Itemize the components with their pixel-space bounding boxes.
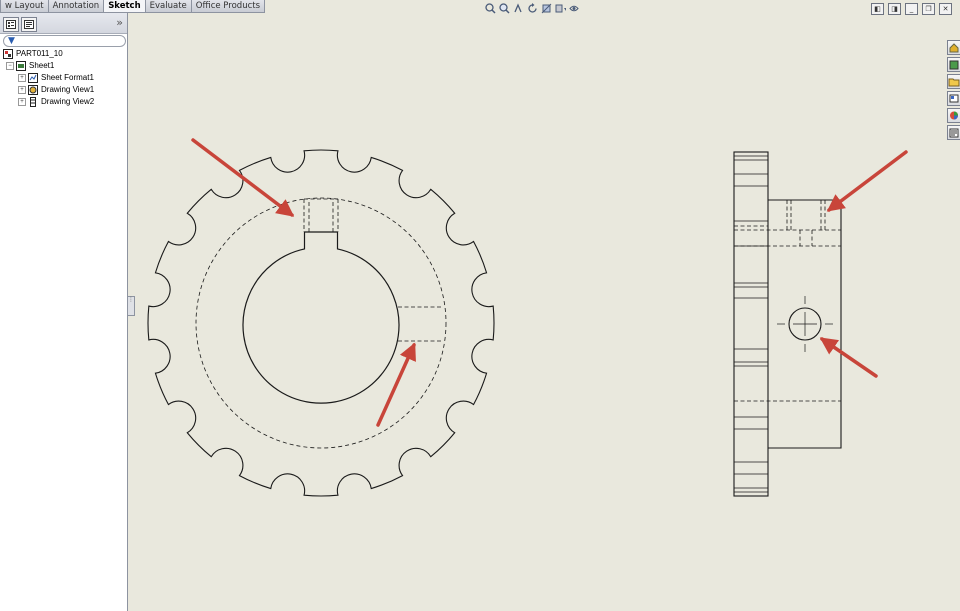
display-style-icon[interactable] <box>555 3 566 14</box>
tree-item-sheet[interactable]: − Sheet1 <box>6 60 54 71</box>
hidden-keyway-slot <box>303 198 339 232</box>
tab-evaluate[interactable]: Evaluate <box>144 0 192 13</box>
command-manager-tabs: w Layout Annotation Sketch Evaluate Offi… <box>0 0 266 13</box>
tab-office-products[interactable]: Office Products <box>190 0 266 13</box>
tree-item-drawing-view1-label: Drawing View1 <box>41 85 95 94</box>
tree-item-sheet-label: Sheet1 <box>29 61 55 70</box>
section-view-icon[interactable] <box>541 3 552 14</box>
feature-manager-panel: » ▼ PART011_10 − Sheet1 + Sheet Format1 … <box>0 13 128 611</box>
center-mark <box>777 296 833 352</box>
filter-input[interactable] <box>18 36 122 46</box>
appearances-icon[interactable] <box>947 108 960 123</box>
tooth-edge-lines <box>734 155 768 493</box>
bore-with-keyway <box>242 231 400 404</box>
hide-show-icon[interactable] <box>569 3 580 14</box>
tree-item-drawing-view2[interactable]: + Drawing View2 <box>18 96 94 107</box>
tree-item-sheet-format-label: Sheet Format1 <box>41 73 94 82</box>
feature-manager-tab-button[interactable] <box>3 17 19 32</box>
collapse-icon[interactable]: − <box>6 61 14 70</box>
home-icon[interactable] <box>947 40 960 55</box>
hidden-setscrew-hole <box>398 306 443 342</box>
custom-properties-icon[interactable] <box>947 125 960 140</box>
tree-item-part[interactable]: PART011_10 <box>3 48 63 59</box>
feature-filter[interactable]: ▼ <box>3 35 126 47</box>
drawing-document-icon <box>3 48 13 59</box>
annotation-arrows <box>191 138 908 427</box>
drawing-view-icon <box>28 84 38 95</box>
drawing-view1-front[interactable] <box>147 149 495 497</box>
drawing-sheet-canvas[interactable] <box>133 14 945 611</box>
hidden-keyway-side <box>786 200 826 246</box>
expand-panel-icon[interactable]: » <box>116 16 123 29</box>
property-manager-tab-button[interactable] <box>21 17 37 32</box>
sheet-icon <box>16 60 26 71</box>
arrow-setscrew-side <box>819 337 878 378</box>
feature-tree-icon <box>6 20 16 29</box>
expand-icon[interactable]: + <box>18 97 26 106</box>
file-explorer-icon[interactable] <box>947 74 960 89</box>
sprocket-tooth-profile <box>147 149 495 497</box>
arrow-keyway-front <box>191 138 295 217</box>
filter-icon: ▼ <box>8 36 15 46</box>
sprocket-plate-edge <box>733 151 769 497</box>
tab-sketch[interactable]: Sketch <box>103 0 146 13</box>
tree-item-drawing-view2-label: Drawing View2 <box>41 97 95 106</box>
tree-item-sheet-format[interactable]: + Sheet Format1 <box>18 72 94 83</box>
panel-toolbar: » <box>0 13 127 34</box>
tree-item-drawing-view1[interactable]: + Drawing View1 <box>18 84 94 95</box>
zoom-area-icon[interactable] <box>499 3 510 14</box>
tree-item-part-label: PART011_10 <box>16 49 63 58</box>
rotate-icon[interactable] <box>527 3 538 14</box>
drawing-view2-side[interactable] <box>733 151 842 497</box>
tab-layout[interactable]: w Layout <box>0 0 49 13</box>
previous-view-icon[interactable] <box>513 3 524 14</box>
expand-icon[interactable]: + <box>18 85 26 94</box>
view-palette-icon[interactable] <box>947 91 960 106</box>
hidden-bore-lines <box>734 225 841 402</box>
drawing-view-icon <box>30 96 36 107</box>
pitch-circle <box>195 197 447 449</box>
sheet-format-icon <box>28 72 38 83</box>
task-pane-tabs <box>947 40 960 142</box>
arrow-setscrew-front <box>376 342 416 427</box>
property-manager-icon <box>24 20 34 29</box>
heads-up-view-toolbar <box>485 3 580 14</box>
zoom-to-fit-icon[interactable] <box>485 3 496 14</box>
arrow-keyway-side <box>826 150 908 212</box>
expand-icon[interactable]: + <box>18 73 26 82</box>
tab-annotation[interactable]: Annotation <box>47 0 105 13</box>
design-library-icon[interactable] <box>947 57 960 72</box>
